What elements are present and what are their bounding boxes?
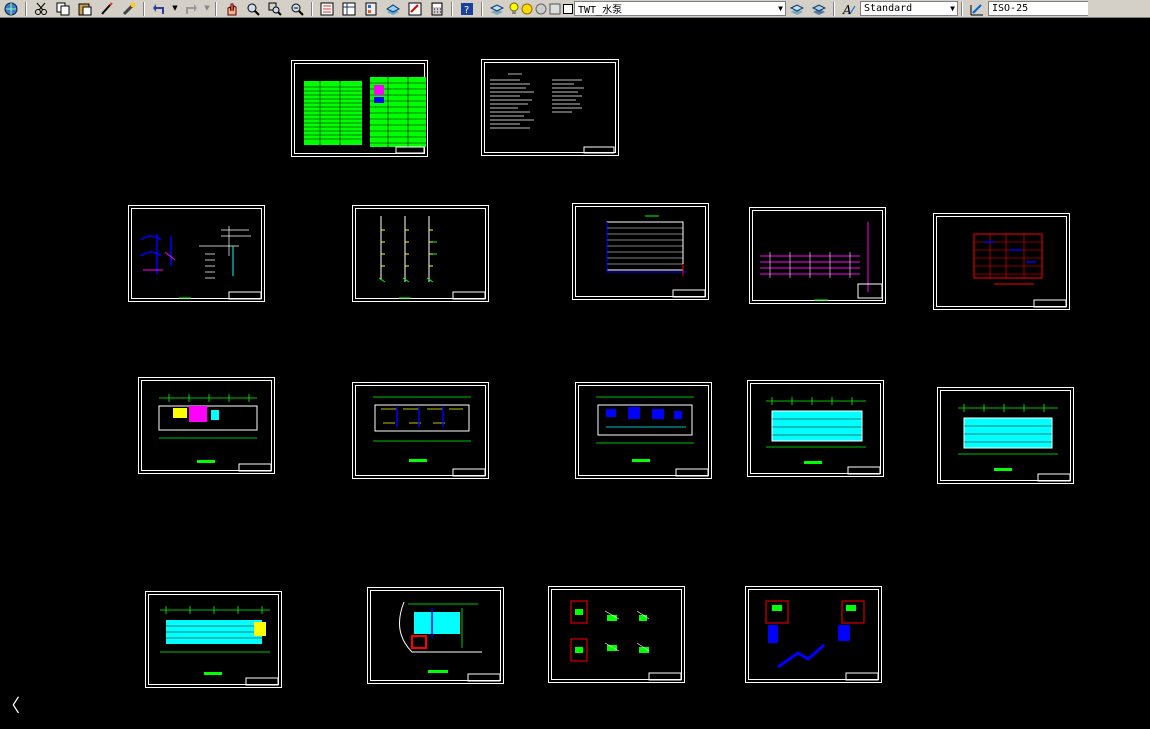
sheet-drawing xyxy=(304,77,426,154)
zoom-previous-icon[interactable] xyxy=(286,1,308,16)
toolbar-separator xyxy=(833,1,835,16)
sheet-drawing xyxy=(399,601,501,682)
layer-dropdown[interactable]: TWT_水泵 ▼ xyxy=(574,1,786,16)
toolbar-separator xyxy=(143,1,145,16)
layer-state-icon[interactable] xyxy=(534,1,548,16)
sheet-drawing xyxy=(373,396,486,477)
drawing-sheet[interactable] xyxy=(575,382,712,479)
toolbar-separator xyxy=(481,1,483,16)
chevron-down-icon[interactable]: ▼ xyxy=(170,1,180,16)
sheet-drawing xyxy=(158,394,272,472)
drawing-sheet[interactable] xyxy=(937,387,1074,484)
design-center-icon[interactable] xyxy=(338,1,360,16)
drawing-sheet[interactable] xyxy=(352,382,489,479)
drawing-sheet[interactable] xyxy=(749,207,886,304)
layer-manager-icon[interactable] xyxy=(486,1,508,16)
toolbar-separator xyxy=(215,1,217,16)
toolbar-separator xyxy=(451,1,453,16)
drawing-sheet[interactable] xyxy=(138,377,275,474)
text-style-dropdown[interactable]: Standard ▼ xyxy=(860,1,958,16)
drawing-sheet[interactable] xyxy=(745,586,882,683)
toolbar-separator xyxy=(311,1,313,16)
drawing-sheet[interactable] xyxy=(548,586,685,683)
drawing-sheet[interactable] xyxy=(145,591,282,688)
sheet-drawing xyxy=(766,397,881,475)
drawing-sheet[interactable] xyxy=(352,205,489,302)
chevron-down-icon[interactable]: ▼ xyxy=(202,1,212,16)
sheet-drawing xyxy=(973,233,1067,308)
sheet-drawing xyxy=(606,215,706,298)
sheet-drawing xyxy=(490,73,615,154)
text-style-icon[interactable]: A xyxy=(838,1,860,16)
svg-text:?: ? xyxy=(464,5,469,16)
zoom-realtime-icon[interactable] xyxy=(242,1,264,16)
chevron-down-icon[interactable]: ▼ xyxy=(778,2,783,15)
sheet-drawing xyxy=(378,216,486,300)
globe-icon[interactable] xyxy=(0,1,22,16)
sheet-drawing xyxy=(765,600,879,681)
layer-prev-icon[interactable] xyxy=(786,1,808,16)
text-style-value: Standard xyxy=(864,3,913,14)
dim-style-dropdown[interactable]: ISO-25 xyxy=(988,1,1088,16)
dim-style-value: ISO-25 xyxy=(992,3,1029,14)
sheet-drawing xyxy=(570,600,682,681)
zoom-window-icon[interactable] xyxy=(264,1,286,16)
sheet-drawing xyxy=(958,404,1071,482)
sheet-set-icon[interactable] xyxy=(382,1,404,16)
brush-icon[interactable] xyxy=(96,1,118,16)
paste-icon[interactable] xyxy=(74,1,96,16)
standard-toolbar: ▼ ▼ ? TWT_水泵 ▼ A Standard ▼ ISO-25 xyxy=(0,0,1150,18)
tool-palettes-icon[interactable] xyxy=(360,1,382,16)
bulb-icon[interactable] xyxy=(508,1,520,16)
drawing-sheet[interactable] xyxy=(481,59,619,156)
pan-icon[interactable] xyxy=(220,1,242,16)
redo-icon[interactable] xyxy=(180,1,202,16)
help-icon[interactable]: ? xyxy=(456,1,478,16)
drawing-sheet[interactable] xyxy=(367,587,504,684)
color-icon[interactable] xyxy=(562,1,574,16)
drawing-sheet[interactable] xyxy=(747,380,884,477)
drawing-sheet[interactable] xyxy=(933,213,1070,310)
drawing-sheet[interactable] xyxy=(128,205,265,302)
drawing-sheet[interactable] xyxy=(291,60,428,157)
cursor-glyph: 〈 xyxy=(2,696,20,717)
calculator-icon[interactable] xyxy=(426,1,448,16)
layer-walk-icon[interactable] xyxy=(808,1,830,16)
match-properties-icon[interactable] xyxy=(118,1,140,16)
layer-iso-icon[interactable] xyxy=(548,1,562,16)
sheet-drawing xyxy=(760,222,883,301)
toolbar-separator xyxy=(961,1,963,16)
chevron-down-icon[interactable]: ▼ xyxy=(950,2,955,15)
markup-icon[interactable] xyxy=(404,1,426,16)
drawing-sheet[interactable] xyxy=(572,203,709,300)
layer-name: TWT_水泵 xyxy=(578,5,623,16)
copy-icon[interactable] xyxy=(52,1,74,16)
cut-icon[interactable] xyxy=(30,1,52,16)
dim-style-icon[interactable] xyxy=(966,1,988,16)
sheet-drawing xyxy=(596,396,709,477)
properties-icon[interactable] xyxy=(316,1,338,16)
drawing-canvas[interactable]: 〈 xyxy=(0,18,1150,729)
sheet-drawing xyxy=(160,606,279,686)
toolbar-separator xyxy=(25,1,27,16)
sun-icon[interactable] xyxy=(520,1,534,16)
sheet-drawing xyxy=(140,226,262,300)
undo-icon[interactable] xyxy=(148,1,170,16)
